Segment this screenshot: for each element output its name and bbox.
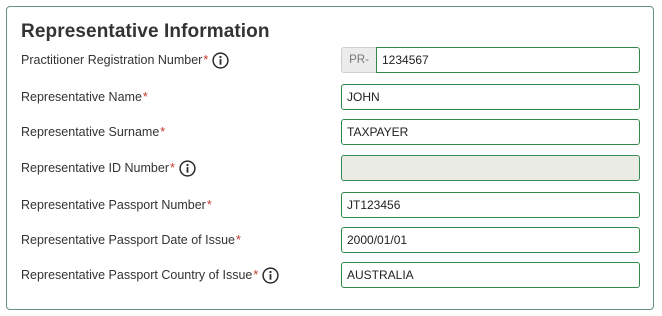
- required-asterisk: *: [160, 125, 166, 139]
- info-circle-icon[interactable]: [262, 266, 279, 284]
- representative-surname-input[interactable]: [341, 119, 640, 145]
- required-asterisk: *: [142, 90, 148, 104]
- label-text: Representative Passport Number: [21, 198, 206, 212]
- label-text: Representative ID Number: [21, 161, 169, 175]
- field-label-id-number: Representative ID Number *: [21, 155, 196, 181]
- registration-prefix: PR-: [341, 47, 376, 73]
- label-text: Representative Passport Date of Issue: [21, 233, 236, 247]
- representative-info-panel: Representative Information Practitioner …: [6, 6, 654, 310]
- info-circle-icon[interactable]: [212, 51, 229, 69]
- representative-id-number-input: [341, 155, 640, 181]
- label-text: Representative Passport Country of Issue: [21, 268, 253, 282]
- field-row-practitioner-registration: Practitioner Registration Number * PR-: [21, 47, 641, 73]
- required-asterisk: *: [253, 268, 259, 282]
- field-row-passport-date: Representative Passport Date of Issue *: [21, 227, 641, 253]
- field-label-practitioner-registration: Practitioner Registration Number *: [21, 47, 229, 73]
- section-title: Representative Information: [21, 21, 270, 42]
- label-text: Practitioner Registration Number: [21, 53, 203, 67]
- field-label-name: Representative Name *: [21, 84, 148, 110]
- required-asterisk: *: [236, 233, 241, 247]
- label-text: Representative Name: [21, 90, 142, 104]
- practitioner-registration-input-group: PR-: [341, 47, 640, 73]
- field-label-surname: Representative Surname *: [21, 119, 165, 145]
- required-asterisk: *: [169, 161, 175, 175]
- label-text: Representative Surname: [21, 125, 160, 139]
- required-asterisk: *: [206, 198, 212, 212]
- representative-name-input[interactable]: [341, 84, 640, 110]
- passport-number-input[interactable]: [341, 192, 640, 218]
- field-row-name: Representative Name *: [21, 84, 641, 110]
- field-row-passport-number: Representative Passport Number *: [21, 192, 641, 218]
- field-row-surname: Representative Surname *: [21, 119, 641, 145]
- field-label-passport-number: Representative Passport Number *: [21, 192, 212, 218]
- required-asterisk: *: [203, 53, 209, 67]
- practitioner-registration-input[interactable]: [376, 47, 640, 73]
- info-circle-icon[interactable]: [179, 159, 196, 177]
- field-row-id-number: Representative ID Number *: [21, 155, 641, 181]
- passport-date-of-issue-input[interactable]: [341, 227, 640, 253]
- field-label-passport-date: Representative Passport Date of Issue *: [21, 227, 241, 253]
- field-label-passport-country: Representative Passport Country of Issue…: [21, 262, 279, 288]
- field-row-passport-country: Representative Passport Country of Issue…: [21, 262, 641, 288]
- passport-country-of-issue-input[interactable]: [341, 262, 640, 288]
